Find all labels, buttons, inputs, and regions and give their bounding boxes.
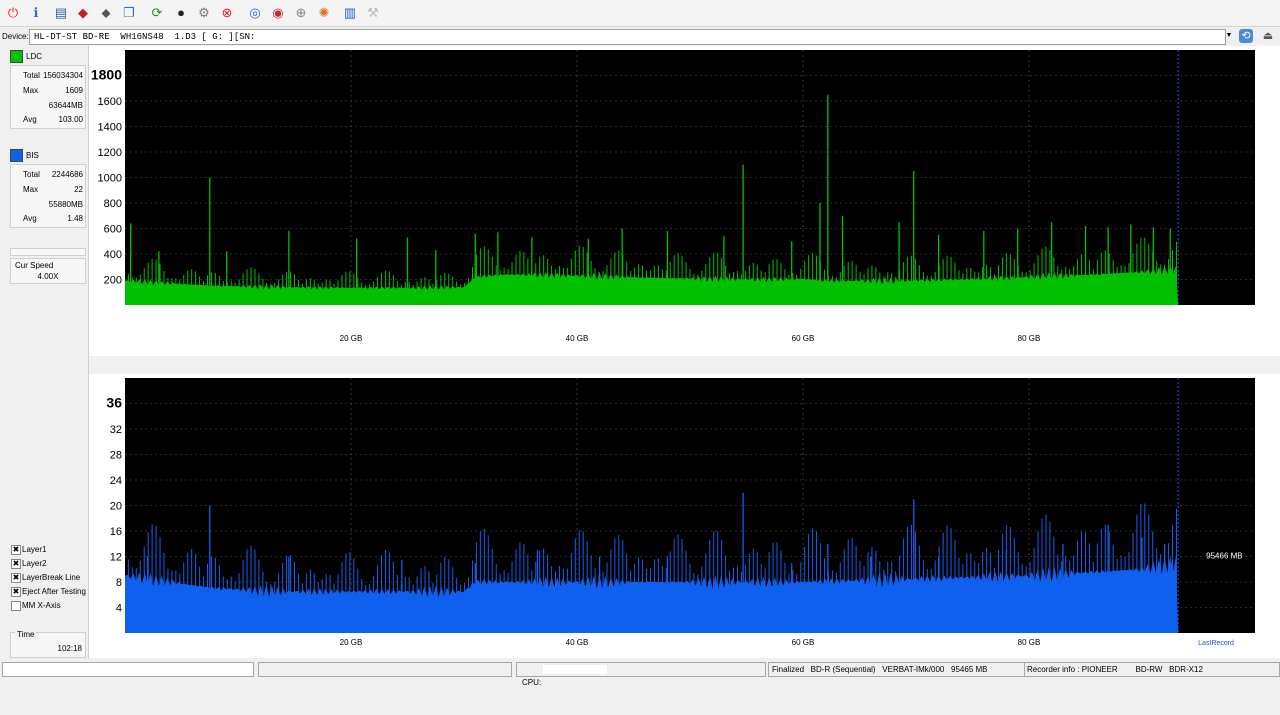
speed-label: Cur Speed (15, 261, 54, 270)
ldc-stats-panel: Total 156034304 Max 1609 63644MB Avg 103.00 (10, 65, 86, 129)
device-label: Device: (2, 32, 29, 41)
ldc-color-swatch (10, 50, 23, 63)
status-bar: CPU: Finalized BD-R (Sequential) VERBAT-… (0, 660, 1280, 687)
device-value: HL-DT-ST BD-RE WH16NS48 1.D3 [ G: ][SN: … (34, 32, 348, 42)
bis-max-value: 22 (74, 185, 83, 194)
y-tick-label: 24 (110, 475, 122, 487)
y-tick-label: 600 (104, 224, 122, 236)
bis-stats-panel: Total 2244686 Max 22 55880MB Avg 1.48 (10, 164, 86, 228)
y-tick-label: 1800 (91, 67, 122, 83)
option-checkbox[interactable]: ✖ (11, 559, 21, 569)
x-tick-label: 80 GB (1018, 334, 1041, 343)
tools-icon[interactable]: ⚒ (364, 4, 382, 22)
ldc-label: LDC (26, 52, 43, 61)
size-annotation: 95466 MB (1206, 552, 1242, 561)
option-checkbox[interactable]: ✖ (11, 545, 21, 555)
x-tick-label: 40 GB (566, 334, 589, 343)
bis-max-position: 55880MB (48, 200, 83, 209)
test-icon[interactable]: ⊕ (292, 4, 310, 22)
bis-total-value: 2244686 (51, 170, 83, 179)
ldc-chart: 200 400 600 800 1000 1200 1400 1600 1800 20 GB 40 … (91, 50, 1255, 343)
start-icon[interactable]: ⟳ (148, 4, 166, 22)
recorder-info: Recorder info : PIONEER BD-RW BDR-X12 (1024, 662, 1280, 677)
info-icon[interactable]: ℹ (27, 4, 45, 22)
status-message-box (2, 662, 254, 677)
option-label: MM X-Axis (22, 601, 61, 610)
chevron-down-icon[interactable]: ▼ (1224, 29, 1234, 43)
progress-bar (10, 248, 86, 256)
serial-number-field (307, 31, 409, 42)
option-label: LayerBreak Line (22, 573, 81, 582)
last-record-label: LastRecord (1198, 640, 1234, 647)
y-tick-label: 12 (110, 552, 122, 564)
settings-icon[interactable]: ⚙ (195, 4, 213, 22)
chart-icon[interactable]: ▥ (341, 4, 359, 22)
ldc-max-value: 1609 (65, 86, 83, 95)
y-tick-label: 1600 (98, 96, 122, 108)
y-tick-label: 36 (106, 395, 122, 411)
disc-info: Finalized BD-R (Sequential) VERBAT-IMk/0… (768, 662, 1025, 677)
cd-icon[interactable]: ◎ (246, 4, 264, 22)
device-select[interactable]: HL-DT-ST BD-RE WH16NS48 1.D3 [ G: ][SN: … (29, 29, 1226, 45)
y-tick-label: 20 (110, 501, 122, 513)
x-tick-label: 20 GB (340, 334, 363, 343)
time-panel: Time 102:18 (10, 630, 86, 658)
y-tick-label: 4 (116, 603, 122, 615)
option-label: Layer1 (22, 545, 47, 554)
burn-icon[interactable]: ◉ (269, 4, 287, 22)
bis-chart: 4 8 12 16 20 24 28 32 36 20 GB 40 GB 60 GB 80 GB 9546… (106, 378, 1255, 647)
ldc-avg-value: 103.00 (58, 115, 83, 124)
x-tick-label: 60 GB (792, 638, 815, 647)
copy-icon[interactable]: ❐ (120, 4, 138, 22)
ldc-max-position: 63644MB (48, 101, 83, 110)
cpu-meter (543, 665, 607, 674)
cpu-box: CPU: (516, 662, 766, 687)
time-value: 102:18 (57, 644, 82, 653)
option-checkbox[interactable]: ✖ (11, 573, 21, 583)
y-tick-label: 16 (110, 526, 122, 538)
stop-icon[interactable]: ⊗ (218, 4, 236, 22)
y-tick-label: 28 (110, 450, 122, 462)
bis-label: BIS (26, 151, 39, 160)
x-tick-label: 80 GB (1018, 638, 1041, 647)
ldc-chart-area: 200 400 600 800 1000 1200 1400 1600 1800 20 GB 40 … (89, 46, 1280, 356)
power-icon[interactable]: ⏻ (4, 4, 22, 22)
y-tick-label: 200 (104, 275, 122, 287)
x-tick-label: 60 GB (792, 334, 815, 343)
time-label: Time (15, 630, 37, 639)
option-label: Layer2 (22, 559, 47, 568)
bis-chart-area: 4 8 12 16 20 24 28 32 36 20 GB 40 GB 60 GB 80 GB 9546… (89, 374, 1280, 658)
x-tick-label: 20 GB (340, 638, 363, 647)
status-progress-box (258, 662, 512, 677)
eject-icon[interactable]: ⏏ (1261, 29, 1275, 43)
disc-tray-icon[interactable]: ⬥ (97, 4, 115, 22)
x-tick-label: 40 GB (566, 638, 589, 647)
eraser-icon[interactable]: ◆ (74, 4, 92, 22)
option-label: Eject After Testing (22, 587, 86, 596)
drive-icon[interactable]: ▤ (52, 4, 70, 22)
y-tick-label: 800 (104, 198, 122, 210)
y-tick-label: 1400 (98, 122, 122, 134)
y-tick-label: 1200 (98, 147, 122, 159)
y-tick-label: 8 (116, 577, 122, 589)
bis-color-swatch (10, 149, 23, 162)
y-tick-label: 32 (110, 424, 122, 436)
speed-panel: Cur Speed 4.00X (10, 258, 86, 284)
scan-icon[interactable]: ✺ (315, 4, 333, 22)
option-checkbox[interactable] (11, 601, 21, 611)
y-tick-label: 1000 (98, 173, 122, 185)
option-checkbox[interactable]: ✖ (11, 587, 21, 597)
speed-value: 4.00X (37, 272, 59, 281)
disc-icon[interactable]: ● (172, 4, 190, 22)
toolbar: ⏻ ℹ ▤ ◆ ⬥ ❐ ⟳ ● ⚙ ⊗ ◎ ◉ ⊕ ✺ ▥ ⚒ (0, 0, 1280, 27)
refresh-icon[interactable]: ⟲ (1239, 29, 1253, 43)
y-tick-label: 400 (104, 249, 122, 261)
bis-avg-value: 1.48 (67, 214, 83, 223)
ldc-total-value: 156034304 (42, 71, 83, 80)
